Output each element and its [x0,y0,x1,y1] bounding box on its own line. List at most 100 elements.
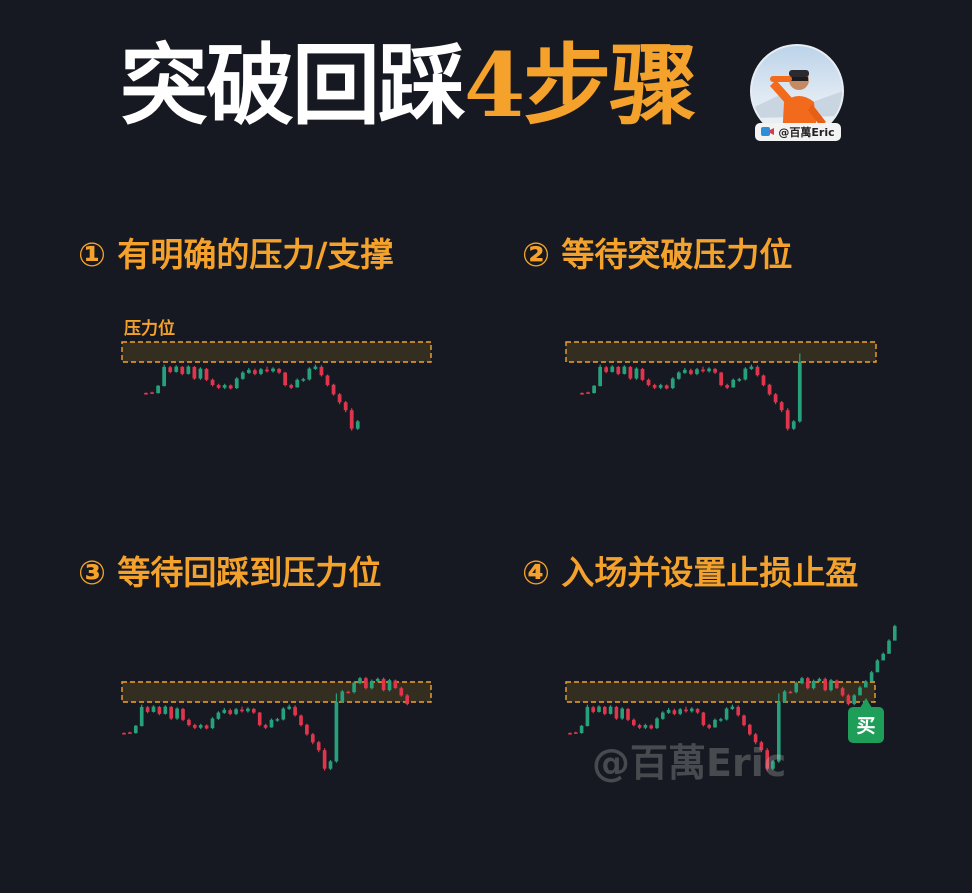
candle-bear [319,366,324,376]
candle-bull [598,366,603,387]
candle-bull [730,706,735,709]
candle-bear [204,725,209,729]
candle-bull [281,708,286,720]
candle-bear [719,372,724,386]
candle-bear [399,688,404,696]
candle-bear [293,706,297,716]
candle-bear [210,379,215,386]
candle-bull [620,708,624,719]
candle-bull [634,368,639,379]
candle-bear [263,725,268,728]
candle-bear [299,715,303,726]
candle-bull [875,660,880,673]
candle-bull [682,369,687,373]
candle-bull [198,368,203,379]
candle-bear [128,732,132,734]
resistance-zone [121,341,432,363]
buy-marker-label: 买 [856,715,875,737]
candle-bear [603,706,607,714]
candle-bull [858,687,862,696]
candle-bear [337,394,342,403]
candle-bear [289,385,294,388]
candle-bear [580,393,584,395]
candle-bear [767,384,772,395]
candle-bull [707,368,711,372]
candle-bull [643,725,648,728]
candle-bull [869,672,874,682]
candle-bear [640,368,645,380]
candle-bear [846,695,851,704]
candle-bear [144,393,148,395]
candle-bull [216,712,221,719]
candle-bear [122,733,126,735]
candle-bull [210,718,215,729]
candle-bear [145,707,150,712]
candle-bull [666,709,671,713]
candle-bear [701,712,706,726]
candle-bear [736,706,740,716]
candle-bull [791,421,796,429]
candle-bear [725,385,730,388]
candle-bear [604,367,609,372]
candle-bull [852,695,856,704]
candle-bear [265,369,269,372]
candle-bull [670,378,675,389]
candle-bear [316,742,321,751]
candle-bear [240,709,244,712]
candle-bear [652,385,657,388]
candle-bull [240,372,245,379]
candle-bear [325,375,330,386]
candle-bear [192,366,197,379]
candle-bull [724,708,729,720]
candle-bear [393,680,398,689]
candle-bull [352,682,356,693]
candle-bull [334,702,339,762]
candle-bull [817,678,822,682]
candle-bull [676,372,681,379]
candle-bear [574,732,578,734]
candle-bull [328,761,333,769]
candle-bull [269,719,274,728]
candle-bull [661,712,665,719]
candle-bear [646,379,651,386]
candle-bear [649,725,653,729]
candle-bear [251,708,256,713]
candle-bull [198,725,203,728]
candle-bear [381,678,386,691]
candle-bull [592,385,596,394]
candle-bear [637,725,642,728]
candle-bear [405,695,410,704]
candle-bull [731,379,736,388]
candle-bull [797,362,802,422]
candle-bull [387,680,392,691]
candle-bull [794,682,798,693]
candle-bull [246,369,251,373]
candle-bear [228,385,233,389]
candle-bull [743,368,748,380]
candle-bull [186,366,191,374]
candle-bull [139,706,144,727]
candle-bear [216,385,221,388]
candle-bull [375,678,380,682]
candle-bear [626,708,630,720]
candle-bull [295,379,300,388]
watermark: @百萬Eric [592,741,787,785]
candle-bull [658,385,663,388]
candle-bull [163,706,168,714]
candle-bear [672,710,677,714]
candle-bull [234,709,238,714]
candle-bear [614,706,619,719]
candle-bear [785,410,790,429]
candle-bull [782,691,787,702]
candle-bull [881,653,885,661]
candle-bull [622,366,627,374]
candle-bull [358,678,362,684]
candle-bear [305,724,309,735]
candle-bear [773,394,778,403]
candle-bear [707,725,711,728]
candlestick-charts: 买 [121,341,897,771]
candle-bull [162,366,167,387]
candle-bull [222,709,227,713]
candle-bear [192,725,197,728]
candle-bear [364,678,368,689]
